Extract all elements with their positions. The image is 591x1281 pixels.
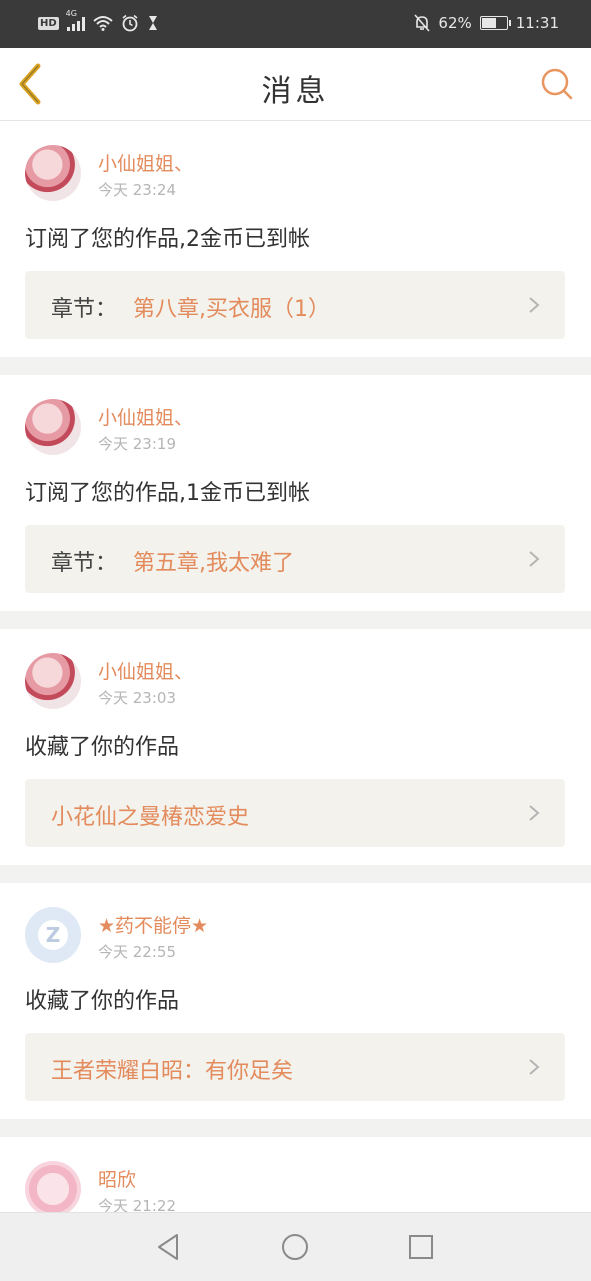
user-avatar[interactable]: [25, 653, 81, 709]
clock: 11:31: [515, 14, 559, 32]
search-button[interactable]: [539, 66, 575, 102]
chevron-right-icon: [529, 805, 540, 821]
work-link[interactable]: 小花仙之曼椿恋爱史: [25, 779, 565, 847]
work-label: 章节：: [51, 297, 118, 322]
work-title: 第八章,买衣服（1）: [133, 297, 330, 322]
work-title: 第五章,我太难了: [133, 551, 294, 576]
user-name[interactable]: ★药不能停★: [98, 911, 208, 938]
message-text: 订阅了您的作品,1金币已到帐: [25, 481, 310, 506]
battery-percent: 62%: [438, 14, 472, 32]
cell-signal-icon: 4G: [66, 9, 85, 31]
chevron-right-icon: [529, 551, 540, 567]
message-card[interactable]: 小仙姐姐、 今天 23:03 收藏了你的作品 小花仙之曼椿恋爱史: [0, 629, 591, 865]
message-time: 今天 23:03: [98, 689, 176, 707]
message-card[interactable]: 小仙姐姐、 今天 23:19 订阅了您的作品,1金币已到帐 章节： 第五章,我太…: [0, 375, 591, 611]
work-link[interactable]: 章节： 第八章,买衣服（1）: [25, 271, 565, 339]
nav-recent-icon[interactable]: [405, 1231, 437, 1263]
wifi-icon: [93, 16, 113, 31]
work-title: 小花仙之曼椿恋爱史: [51, 805, 250, 830]
nav-home-icon[interactable]: [279, 1231, 311, 1263]
work-title: 王者荣耀白昭：有你足矣: [51, 1059, 294, 1084]
search-icon: [541, 68, 573, 100]
hourglass-icon: [148, 16, 157, 30]
user-avatar[interactable]: [25, 399, 81, 455]
message-time: 今天 23:24: [98, 181, 176, 199]
chevron-right-icon: [529, 1059, 540, 1075]
message-text: 订阅了您的作品,2金币已到帐: [25, 227, 310, 252]
status-right: 62% 11:31: [414, 14, 559, 32]
nav-back-icon[interactable]: [153, 1231, 185, 1263]
message-text: 收藏了你的作品: [25, 989, 180, 1014]
user-avatar[interactable]: [25, 145, 81, 201]
alarm-icon: [122, 14, 138, 32]
user-name[interactable]: 小仙姐姐、: [98, 657, 193, 684]
work-link[interactable]: 王者荣耀白昭：有你足矣: [25, 1033, 565, 1101]
user-name[interactable]: 小仙姐姐、: [98, 149, 193, 176]
message-time: 今天 22:55: [98, 943, 176, 961]
message-text: 收藏了你的作品: [25, 735, 180, 760]
battery-icon: [479, 16, 511, 30]
system-nav-bar: [0, 1212, 591, 1281]
user-avatar[interactable]: Z: [25, 907, 81, 963]
hd-indicator: HD: [38, 16, 59, 30]
work-label: 章节：: [51, 551, 118, 576]
message-list: 小仙姐姐、 今天 23:24 订阅了您的作品,2金币已到帐 章节： 第八章,买衣…: [0, 121, 591, 1237]
mute-bell-icon: [414, 14, 431, 32]
user-name[interactable]: 小仙姐姐、: [98, 403, 193, 430]
user-avatar[interactable]: [25, 1161, 81, 1217]
user-name[interactable]: 昭欣: [98, 1165, 136, 1192]
message-card[interactable]: 小仙姐姐、 今天 23:24 订阅了您的作品,2金币已到帐 章节： 第八章,买衣…: [0, 121, 591, 357]
chevron-right-icon: [529, 297, 540, 313]
status-left: HD 4G: [38, 9, 159, 32]
status-bar: HD 4G 62% 11:31: [0, 0, 591, 48]
page-title: 消息: [261, 74, 330, 109]
header-bar: 消息: [0, 48, 591, 121]
message-card[interactable]: Z ★药不能停★ 今天 22:55 收藏了你的作品 王者荣耀白昭：有你足矣: [0, 883, 591, 1119]
message-time: 今天 23:19: [98, 435, 176, 453]
work-link[interactable]: 章节： 第五章,我太难了: [25, 525, 565, 593]
default-avatar-icon: Z: [38, 920, 68, 950]
